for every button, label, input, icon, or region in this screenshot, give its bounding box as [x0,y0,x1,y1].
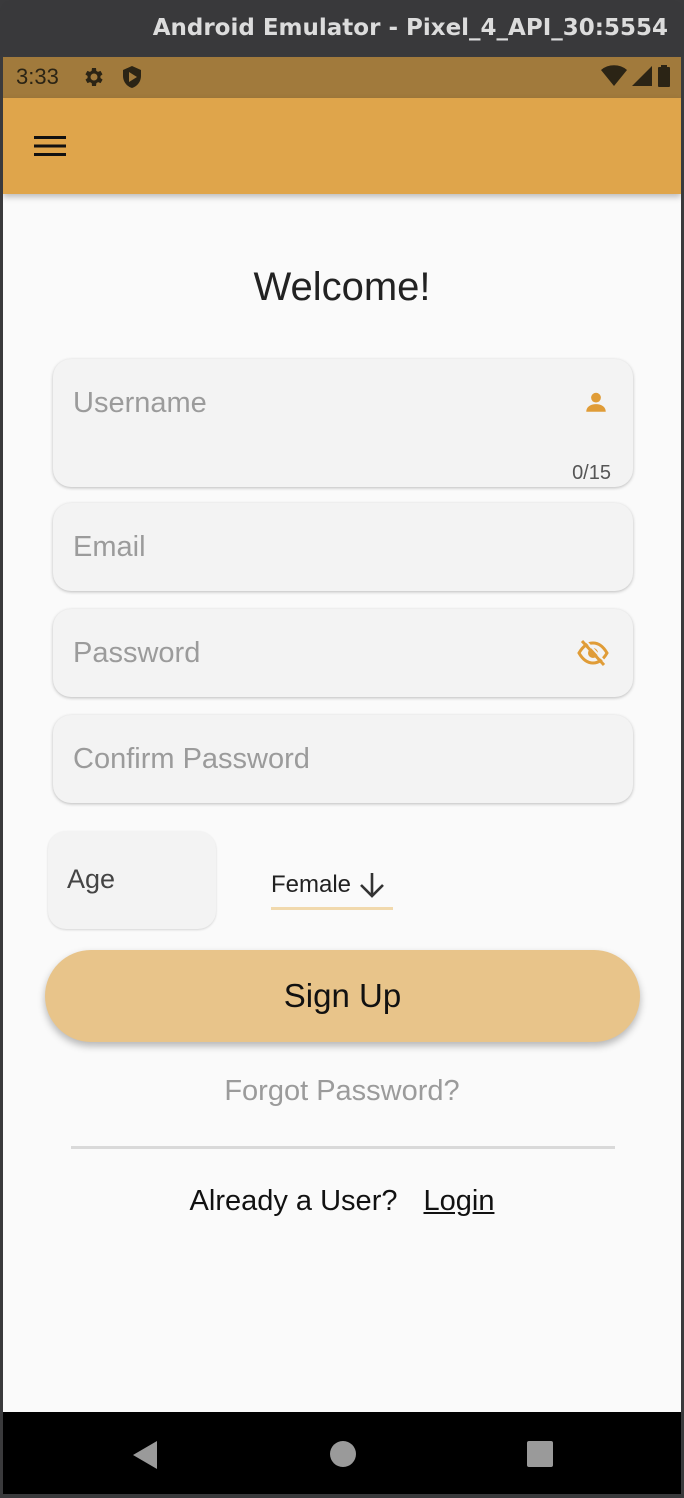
password-field [53,609,633,697]
sign-up-button[interactable]: Sign Up [45,950,640,1042]
shield-icon [121,65,143,94]
already-user-text: Already a User? [189,1185,398,1217]
username-input[interactable] [73,359,553,447]
age-field [48,831,216,929]
app-bar [3,98,681,194]
age-input[interactable] [67,831,207,927]
signal-icon [632,66,652,86]
device-screen: 3:33 Welcome! 0/15 [3,57,681,1494]
username-char-counter: 0/15 [572,462,611,484]
emulator-title: Android Emulator - Pixel_4_API_30:5554 [152,15,668,41]
emulator-title-bar: Android Emulator - Pixel_4_API_30:5554 [0,0,684,56]
gear-icon [82,65,106,94]
menu-button[interactable] [25,126,75,166]
login-link[interactable]: Login [423,1185,494,1218]
gender-selected-value: Female [271,871,352,898]
recent-apps-icon[interactable] [526,1440,554,1473]
email-input[interactable] [73,503,553,591]
status-time: 3:33 [16,64,59,89]
arrow-down-icon [360,873,384,898]
wifi-icon [601,65,627,86]
status-bar: 3:33 [3,57,681,98]
page-title: Welcome! [253,265,431,309]
login-prompt: Already a User? Login [3,1185,681,1218]
divider [71,1146,615,1149]
status-icons [601,65,671,87]
forgot-password-link[interactable]: Forgot Password? [3,1075,681,1108]
confirm-password-input[interactable] [73,715,553,803]
username-field: 0/15 [53,359,633,487]
gender-dropdown[interactable]: Female [271,863,393,910]
visibility-off-icon[interactable] [577,638,609,672]
person-icon [583,389,609,420]
system-nav-bar [3,1412,681,1494]
battery-icon [658,65,670,87]
menu-icon [34,136,66,156]
back-icon[interactable] [131,1440,159,1475]
password-input[interactable] [73,609,553,697]
confirm-password-field [53,715,633,803]
home-icon[interactable] [329,1440,357,1473]
email-field [53,503,633,591]
